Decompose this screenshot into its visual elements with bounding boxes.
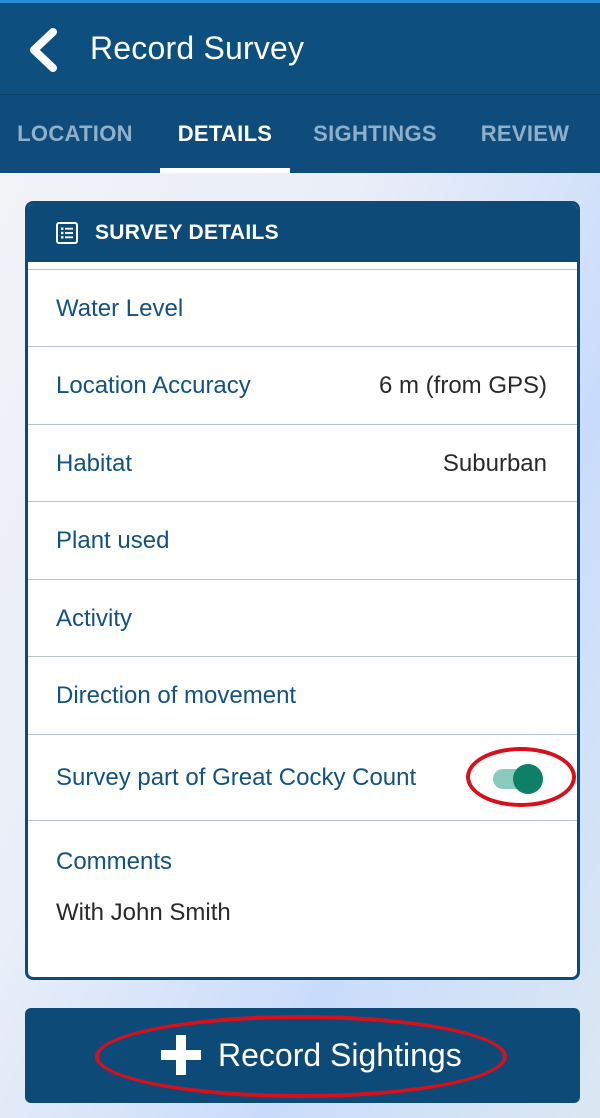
record-sightings-label: Record Sightings [218,1037,462,1073]
record-sightings-button[interactable]: Record Sightings [25,1008,580,1103]
toggle-thumb [513,763,543,794]
great-cocky-count-toggle[interactable] [491,760,543,796]
card-header: SURVEY DETAILS [28,204,577,262]
list-icon [56,222,78,244]
row-label: Survey part of Great Cocky Count [56,763,417,791]
page-title: Record Survey [90,30,305,66]
row-value: 6 m (from GPS) [378,371,547,399]
comments-label: Comments [56,848,173,875]
comments-value: With John Smith [56,899,231,926]
tab-location[interactable]: LOCATION [0,95,150,173]
row-location-accuracy[interactable]: Location Accuracy 6 m (from GPS) [28,346,577,424]
tab-bar: LOCATION DETAILS SIGHTINGS REVIEW [0,95,600,173]
chevron-left-icon[interactable] [26,27,60,73]
row-value: Suburban [442,449,547,477]
row-great-cocky-count: Survey part of Great Cocky Count [28,734,577,820]
app-header: Record Survey [0,0,600,95]
row-habitat[interactable]: Habitat Suburban [28,424,577,502]
tab-details[interactable]: DETAILS [150,95,300,173]
row-label: Plant used [56,526,170,554]
tab-sightings[interactable]: SIGHTINGS [300,95,450,173]
card-title: SURVEY DETAILS [95,221,279,244]
row-water-level[interactable]: Water Level [28,269,577,347]
row-activity[interactable]: Activity [28,579,577,657]
row-label: Activity [56,604,133,632]
plus-icon [161,1035,201,1075]
row-label: Direction of movement [56,681,297,709]
row-label: Water Level [56,294,184,322]
row-plant-used[interactable]: Plant used [28,501,577,579]
row-label: Location Accuracy [56,371,251,399]
comments-field[interactable]: Comments With John Smith [28,820,577,977]
survey-details-card: SURVEY DETAILS Water Level Location Accu… [25,201,580,980]
row-label: Habitat [56,449,133,477]
row-direction-of-movement[interactable]: Direction of movement [28,656,577,734]
tab-review[interactable]: REVIEW [450,95,600,173]
